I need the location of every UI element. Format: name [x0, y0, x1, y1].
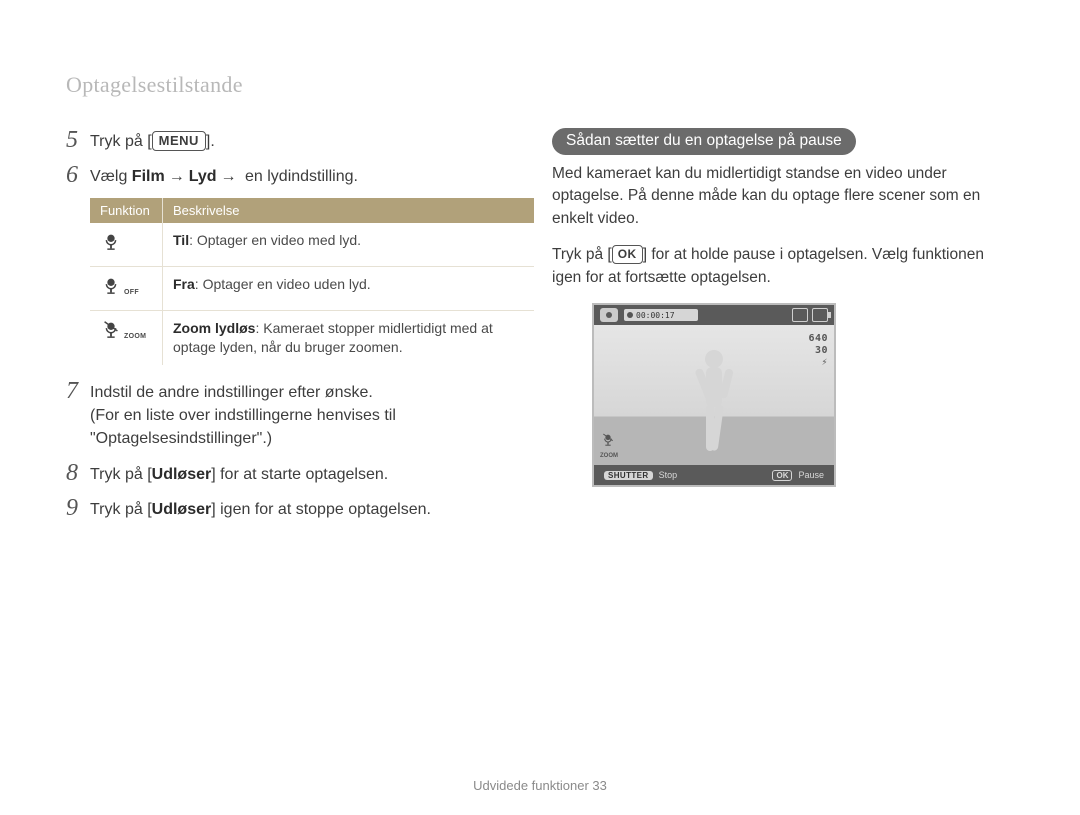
table-row: ZOOM Zoom lydløs: Kameraet stopper midle… — [90, 311, 534, 365]
opt-til-desc: : Optager en video med lyd. — [189, 232, 361, 248]
opt-til: Til — [173, 232, 189, 248]
opt-fra-desc: : Optager en video uden lyd. — [195, 276, 371, 292]
mic-off-sub-label: OFF — [124, 288, 139, 297]
page-footer: Udvidede funktioner 33 — [0, 778, 1080, 793]
zoom-mute-indicator-icon: ZOOM — [600, 432, 618, 459]
arrow-icon: → — [169, 168, 185, 185]
record-dot-icon — [627, 312, 633, 318]
step-7: 7 Indstil de andre indstillinger efter ø… — [66, 379, 526, 451]
step-text: Indstil de andre indstillinger efter øns… — [90, 379, 526, 451]
mic-on-icon — [90, 223, 163, 266]
right-column: Sådan sætter du en optagelse på pause Me… — [552, 128, 1017, 487]
step5-prefix: Tryk på [ — [90, 133, 152, 150]
ok-badge: OK — [772, 470, 792, 481]
step6-prefix: Vælg — [90, 168, 132, 185]
opt-zoom: Zoom lydløs — [173, 320, 255, 336]
resolution-label: 640 — [808, 333, 828, 345]
step-text: Tryk på [MENU]. — [90, 128, 526, 153]
step-text: Tryk på [Udløser] for at starte optagels… — [90, 461, 526, 486]
table-row: OFF Fra: Optager en video uden lyd. — [90, 267, 534, 311]
step-9: 9 Tryk på [Udløser] igen for at stoppe o… — [66, 496, 526, 521]
pause-paragraph-2: Tryk på [OK] for at holde pause i optage… — [552, 244, 1017, 289]
step-number: 6 — [66, 163, 90, 187]
step-number: 8 — [66, 461, 90, 485]
step-text: Tryk på [Udløser] igen for at stoppe opt… — [90, 496, 526, 521]
table-header-function: Funktion — [90, 198, 163, 223]
memory-card-icon — [792, 308, 808, 322]
mic-zoom-mute-icon: ZOOM — [90, 311, 163, 365]
step-number: 9 — [66, 496, 90, 520]
step9-prefix: Tryk på [ — [90, 501, 152, 518]
arrow-icon: → — [221, 168, 237, 185]
step-8: 8 Tryk på [Udløser] for at starte optage… — [66, 461, 526, 486]
person-silhouette-icon — [686, 347, 742, 465]
table-cell: Zoom lydløs: Kameraet stopper midlertidi… — [163, 311, 535, 365]
step8-prefix: Tryk på [ — [90, 466, 152, 483]
table-cell: Fra: Optager en video uden lyd. — [163, 267, 535, 311]
opt-fra: Fra — [173, 276, 195, 292]
table-header-description: Beskrivelse — [163, 198, 535, 223]
pause-paragraph-1: Med kameraet kan du midlertidigt standse… — [552, 163, 1017, 230]
stop-label: Stop — [659, 470, 678, 480]
step5-suffix: ]. — [206, 133, 215, 150]
fps-label: 30 — [808, 345, 828, 357]
page-section-title: Optagelsestilstande — [66, 72, 243, 98]
video-mode-icon — [600, 308, 618, 322]
menu-button-chip: MENU — [152, 131, 206, 151]
step6-film: Film — [132, 168, 165, 185]
step9-shutter: Udløser — [152, 501, 212, 518]
mic-off-icon: OFF — [90, 267, 163, 311]
step-5: 5 Tryk på [MENU]. — [66, 128, 526, 153]
shutter-badge: SHUTTER — [604, 471, 653, 480]
table-row: Til: Optager en video med lyd. — [90, 223, 534, 266]
recording-time: 00:00:17 — [636, 311, 675, 320]
camera-bottom-strip: SHUTTER Stop OK Pause — [594, 465, 834, 485]
step-number: 5 — [66, 128, 90, 152]
ok-button-chip: OK — [612, 245, 643, 264]
pause-heading-pill: Sådan sætter du en optagelse på pause — [552, 128, 856, 155]
recording-time-bar: 00:00:17 — [624, 309, 698, 321]
step-text: Vælg Film→Lyd→ en lydindstilling. — [90, 163, 526, 188]
table-cell: Til: Optager en video med lyd. — [163, 223, 535, 266]
audio-options-table: Funktion Beskrivelse Til: Optager en vid… — [90, 198, 534, 365]
camera-preview-illustration: 00:00:17 640 30 ⚡ ZOOM — [592, 303, 836, 487]
pause-label: Pause — [798, 470, 824, 480]
step7-l3: "Optagelsesindstillinger".) — [90, 427, 526, 450]
camera-top-strip: 00:00:17 — [594, 305, 834, 325]
p2-pre: Tryk på [ — [552, 246, 612, 263]
flash-off-icon: ⚡ — [808, 357, 828, 369]
step7-l2: (For en liste over indstillingerne henvi… — [90, 404, 526, 427]
step9-suffix: ] igen for at stoppe optagelsen. — [211, 501, 431, 518]
step-6: 6 Vælg Film→Lyd→ en lydindstilling. — [66, 163, 526, 188]
left-column: 5 Tryk på [MENU]. 6 Vælg Film→Lyd→ en ly… — [66, 128, 526, 531]
step6-suffix: en lydindstilling. — [241, 168, 358, 185]
step7-l1: Indstil de andre indstillinger efter øns… — [90, 381, 526, 404]
step6-lyd: Lyd — [189, 168, 217, 185]
mic-zoom-sub-label: ZOOM — [124, 332, 146, 341]
step-number: 7 — [66, 379, 90, 403]
step8-suffix: ] for at starte optagelsen. — [211, 466, 388, 483]
camera-side-labels: 640 30 ⚡ — [808, 333, 828, 369]
battery-icon — [812, 308, 828, 322]
zoom-sub-label: ZOOM — [600, 453, 618, 459]
step8-shutter: Udløser — [152, 466, 212, 483]
